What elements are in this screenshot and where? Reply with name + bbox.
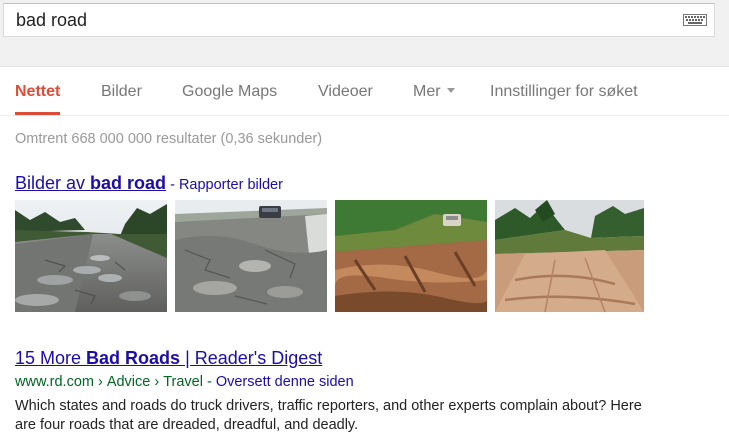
result-url: www.rd.com › Advice › Travel - Oversett denn…	[15, 374, 354, 390]
result-title-suffix: | Reader's Digest	[180, 348, 323, 368]
road-photo-icon	[15, 200, 167, 312]
tab-google-maps[interactable]: Google Maps	[182, 67, 277, 115]
image-results-header: Bilder av bad road - Rapporter bilder	[15, 173, 283, 194]
image-thumbnail[interactable]	[495, 200, 644, 312]
result-url-domain: www.rd.com	[15, 374, 94, 390]
tab-mer[interactable]: Mer	[413, 67, 455, 115]
translate-page-link[interactable]: Oversett denne siden	[216, 374, 354, 390]
search-header	[0, 0, 729, 67]
result-snippet: Which states and roads do truck drivers,…	[15, 398, 642, 433]
tab-bilder[interactable]: Bilder	[101, 67, 142, 115]
image-results-link[interactable]: Bilder av bad road	[15, 173, 166, 193]
result-title-link[interactable]: 15 More Bad Roads | Reader's Digest	[15, 348, 322, 369]
report-images-link[interactable]: Rapporter bilder	[179, 177, 283, 193]
result-title-bold: Bad Roads	[86, 348, 181, 368]
road-photo-icon	[175, 200, 327, 312]
tab-videoer[interactable]: Videoer	[318, 67, 373, 115]
image-thumbnail[interactable]	[15, 200, 167, 312]
image-thumbnail[interactable]	[335, 200, 487, 312]
tab-nettet[interactable]: Nettet	[15, 67, 61, 115]
caret-down-icon	[446, 88, 455, 93]
road-photo-icon	[495, 200, 644, 312]
search-box[interactable]	[3, 3, 715, 37]
translate-separator: -	[202, 374, 216, 390]
image-results-title-prefix: Bilder av	[15, 173, 91, 193]
result-breadcrumb-travel: Travel	[163, 374, 203, 390]
breadcrumb-separator: ›	[154, 374, 160, 390]
image-thumbnail[interactable]	[175, 200, 327, 312]
image-results-title-bold: bad road	[90, 173, 167, 193]
result-stats: Omtrent 668 000 000 resultater (0,36 sek…	[15, 131, 323, 147]
tab-search-settings[interactable]: Innstillinger for søket	[490, 67, 638, 115]
image-results-dash: -	[166, 177, 179, 193]
search-tabs: Nettet Bilder Google Maps Videoer Mer In…	[0, 67, 729, 116]
search-input[interactable]	[4, 4, 664, 36]
breadcrumb-separator: ›	[97, 374, 103, 390]
result-breadcrumb-advice: Advice	[106, 374, 151, 390]
keyboard-icon[interactable]	[683, 14, 707, 26]
tab-mer-label: Mer	[413, 83, 441, 100]
road-photo-icon	[335, 200, 487, 312]
result-title-prefix: 15 More	[15, 348, 87, 368]
